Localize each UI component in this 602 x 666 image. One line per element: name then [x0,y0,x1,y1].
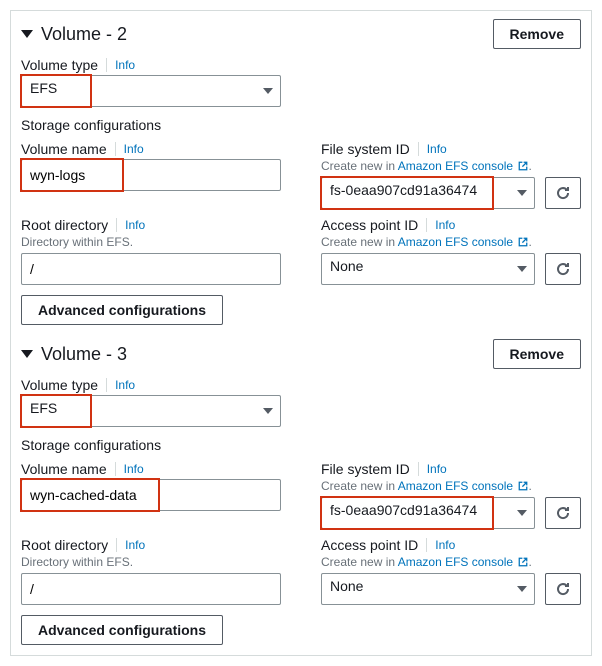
caret-down-icon[interactable] [21,350,33,358]
info-link[interactable]: Info [125,538,145,552]
access-point-label: Access point ID [321,217,418,233]
external-link-icon [518,557,528,567]
divider [106,58,107,72]
root-dir-helper: Directory within EFS. [21,555,281,569]
caret-down-icon[interactable] [21,30,33,38]
volume-title: Volume - 2 [41,24,127,45]
filesystem-id-select[interactable]: fs-0eaa907cd91a36474 [321,177,535,209]
filesystem-id-label: File system ID [321,141,410,157]
info-link[interactable]: Info [115,378,135,392]
filesystem-id-value: fs-0eaa907cd91a36474 [321,497,535,529]
root-dir-input[interactable] [21,573,281,605]
efs-console-link[interactable]: Amazon EFS console [398,479,513,493]
info-link[interactable]: Info [115,58,135,72]
refresh-button[interactable] [545,177,581,209]
volume-name-input[interactable] [21,159,281,191]
info-link[interactable]: Info [435,538,455,552]
info-link[interactable]: Info [427,142,447,156]
refresh-icon [555,581,571,597]
refresh-icon [555,185,571,201]
refresh-button[interactable] [545,497,581,529]
root-dir-helper: Directory within EFS. [21,235,281,249]
efs-console-link[interactable]: Amazon EFS console [398,555,513,569]
access-point-select[interactable]: None [321,253,535,285]
advanced-config-button[interactable]: Advanced configurations [21,615,223,645]
advanced-config-button[interactable]: Advanced configurations [21,295,223,325]
info-link[interactable]: Info [125,218,145,232]
root-dir-label: Root directory [21,537,108,553]
access-point-label: Access point ID [321,537,418,553]
volume-type-label: Volume type [21,57,98,73]
remove-button[interactable]: Remove [493,339,581,369]
info-link[interactable]: Info [124,462,144,476]
external-link-icon [518,481,528,491]
volume-title: Volume - 3 [41,344,127,365]
access-point-value: None [321,573,535,605]
refresh-button[interactable] [545,253,581,285]
root-dir-label: Root directory [21,217,108,233]
info-link[interactable]: Info [124,142,144,156]
volume-type-value: EFS [21,395,281,427]
efs-console-link[interactable]: Amazon EFS console [398,159,513,173]
refresh-icon [555,261,571,277]
volume-type-select[interactable]: EFS [21,75,281,107]
info-link[interactable]: Info [427,462,447,476]
storage-config-label: Storage configurations [21,117,581,133]
filesystem-helper: Create new in Amazon EFS console . [321,479,581,493]
filesystem-id-value: fs-0eaa907cd91a36474 [321,177,535,209]
volume-name-label: Volume name [21,461,107,477]
volume-block-3: Volume - 3 Remove Volume type Info EFS S… [21,339,581,645]
info-link[interactable]: Info [435,218,455,232]
external-link-icon [518,237,528,247]
refresh-icon [555,505,571,521]
volumes-frame: Volume - 2 Remove Volume type Info EFS S… [10,10,592,656]
access-point-helper: Create new in Amazon EFS console . [321,235,581,249]
root-dir-input[interactable] [21,253,281,285]
filesystem-id-label: File system ID [321,461,410,477]
external-link-icon [518,161,528,171]
storage-config-label: Storage configurations [21,437,581,453]
access-point-select[interactable]: None [321,573,535,605]
refresh-button[interactable] [545,573,581,605]
volume-type-select[interactable]: EFS [21,395,281,427]
volume-type-value: EFS [21,75,281,107]
volume-type-label: Volume type [21,377,98,393]
remove-button[interactable]: Remove [493,19,581,49]
volume-name-input[interactable] [21,479,281,511]
efs-console-link[interactable]: Amazon EFS console [398,235,513,249]
volume-block-2: Volume - 2 Remove Volume type Info EFS S… [21,19,581,325]
filesystem-helper: Create new in Amazon EFS console . [321,159,581,173]
access-point-helper: Create new in Amazon EFS console . [321,555,581,569]
filesystem-id-select[interactable]: fs-0eaa907cd91a36474 [321,497,535,529]
access-point-value: None [321,253,535,285]
volume-name-label: Volume name [21,141,107,157]
